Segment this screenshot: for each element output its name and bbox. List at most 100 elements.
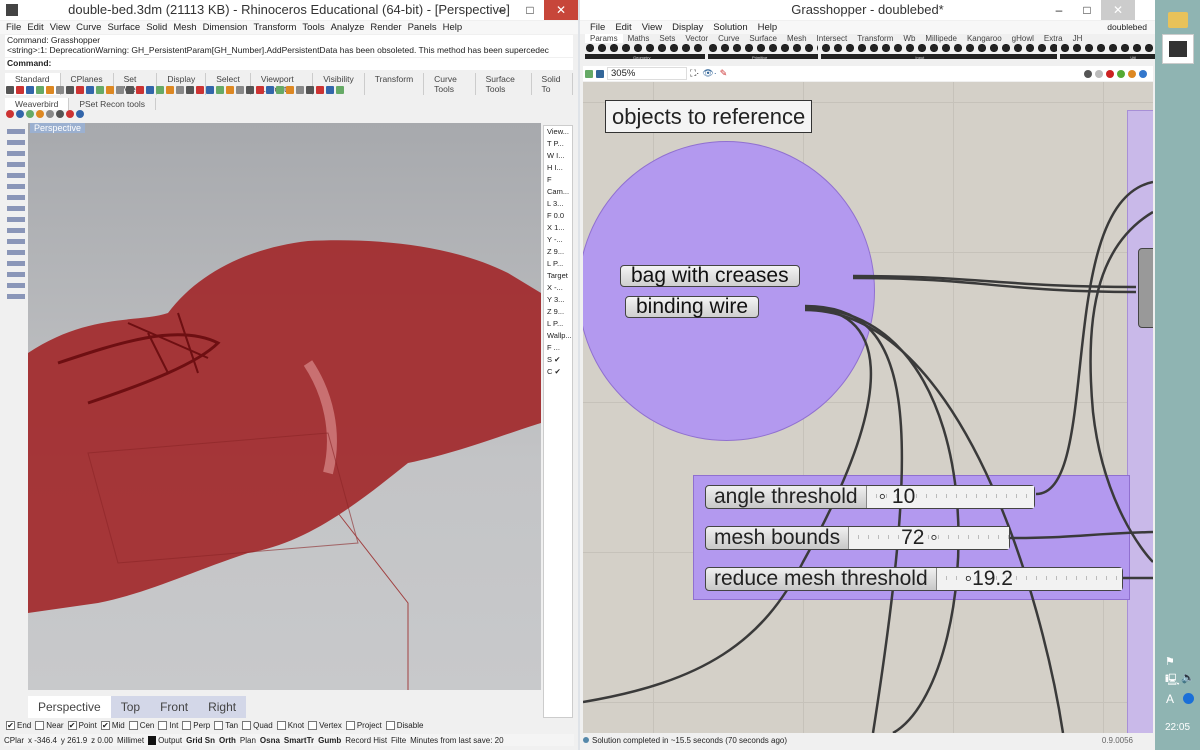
toolbar-tool-icon[interactable] bbox=[46, 86, 54, 94]
tab-sets[interactable]: Sets bbox=[654, 34, 680, 43]
toolbar-tool-icon[interactable] bbox=[86, 86, 94, 94]
slider-value[interactable]: 72 ◦ bbox=[849, 527, 1009, 549]
slider-angle-threshold[interactable]: angle threshold ◦ 10 bbox=[705, 485, 1035, 509]
toolbar-tool-icon[interactable] bbox=[106, 86, 114, 94]
checkbox[interactable] bbox=[276, 721, 286, 730]
toolbar-tool-icon[interactable] bbox=[136, 86, 144, 94]
sketch-icon[interactable]: ✎ bbox=[720, 68, 728, 79]
tab-solid-to[interactable]: Solid To bbox=[532, 73, 573, 95]
osnap-quad[interactable]: Quad bbox=[242, 721, 273, 730]
toolbar-tool-icon[interactable] bbox=[296, 86, 304, 94]
status-field[interactable]: y 261.9 bbox=[61, 736, 87, 745]
menu-item-panels[interactable]: Panels bbox=[408, 22, 437, 33]
weaverbird-tool-icon[interactable] bbox=[6, 110, 14, 118]
param-bag-with-creases[interactable]: bag with creases bbox=[620, 265, 800, 287]
checkbox[interactable] bbox=[158, 721, 168, 730]
menu-item-help[interactable]: Help bbox=[758, 22, 778, 33]
status-field[interactable]: Minutes from last save: 20 bbox=[410, 736, 503, 745]
menu-item-tools[interactable]: Tools bbox=[302, 22, 324, 33]
status-field[interactable]: x -346.4 bbox=[28, 736, 57, 745]
tab-surface-tools[interactable]: Surface Tools bbox=[476, 73, 532, 95]
menu-item-dimension[interactable]: Dimension bbox=[203, 22, 248, 33]
tab-millipede[interactable]: Millipede bbox=[920, 34, 962, 43]
minimize-button[interactable]: – bbox=[1045, 0, 1073, 20]
viewport-tab-top[interactable]: Top bbox=[110, 696, 151, 718]
tab-ghowl[interactable]: gHowl bbox=[1007, 34, 1039, 43]
disable-preview-icon[interactable] bbox=[1095, 69, 1103, 78]
viewport-tab-right[interactable]: Right bbox=[198, 696, 247, 718]
toolbar-tool-icon[interactable] bbox=[196, 86, 204, 94]
status-field[interactable]: Osna bbox=[260, 736, 280, 745]
checkbox[interactable] bbox=[345, 721, 355, 730]
toolbar-tool-icon[interactable] bbox=[306, 86, 314, 94]
menu-item-help[interactable]: Help bbox=[443, 22, 463, 33]
ime-icon[interactable] bbox=[1183, 693, 1194, 704]
perspective-viewport[interactable]: Perspective bbox=[28, 123, 541, 690]
tab-wb[interactable]: Wb bbox=[898, 34, 920, 43]
toolbar-tool-icon[interactable] bbox=[6, 86, 14, 94]
checkbox[interactable]: ✔ bbox=[100, 721, 110, 730]
menu-item-render[interactable]: Render bbox=[370, 22, 401, 33]
menu-item-display[interactable]: Display bbox=[672, 22, 703, 33]
status-field[interactable]: SmartTr bbox=[284, 736, 314, 745]
toolbar-tool-icon[interactable] bbox=[66, 86, 74, 94]
tab-jh[interactable]: JH bbox=[1068, 34, 1088, 43]
tab-transform[interactable]: Transform bbox=[852, 34, 898, 43]
checkbox[interactable] bbox=[308, 721, 318, 730]
status-field[interactable]: Orth bbox=[219, 736, 236, 745]
osnap-cen[interactable]: Cen bbox=[128, 721, 154, 730]
tab-transform[interactable]: Transform bbox=[365, 73, 425, 95]
toolbar-tool-icon[interactable] bbox=[266, 86, 274, 94]
menu-item-mesh[interactable]: Mesh bbox=[173, 22, 196, 33]
toolbar-tool-icon[interactable] bbox=[316, 86, 324, 94]
checkbox[interactable] bbox=[385, 721, 395, 730]
ime-indicator[interactable]: A bbox=[1166, 692, 1174, 706]
checkbox[interactable] bbox=[35, 721, 45, 730]
checkbox[interactable] bbox=[214, 721, 224, 730]
osnap-vertex[interactable]: Vertex bbox=[308, 721, 342, 730]
menu-item-solution[interactable]: Solution bbox=[713, 22, 747, 33]
toolbar-tool-icon[interactable] bbox=[146, 86, 154, 94]
osnap-project[interactable]: Project bbox=[345, 721, 382, 730]
status-field[interactable]: Filte bbox=[391, 736, 406, 745]
status-field[interactable]: Gumb bbox=[318, 736, 341, 745]
document-preview-icon[interactable] bbox=[1117, 69, 1125, 78]
toolbar-tool-icon[interactable] bbox=[276, 86, 284, 94]
osnap-end[interactable]: ✔ End bbox=[6, 721, 31, 730]
slider-value[interactable]: ◦ 10 bbox=[866, 486, 1034, 508]
tab-intersect[interactable]: Intersect bbox=[812, 34, 853, 43]
clock[interactable]: 22:05 bbox=[1165, 722, 1190, 733]
tab-curve[interactable]: Curve bbox=[713, 34, 744, 43]
toolbar-tool-icon[interactable] bbox=[116, 86, 124, 94]
minimize-button[interactable]: – bbox=[488, 0, 516, 20]
toolbar-tool-icon[interactable] bbox=[176, 86, 184, 94]
status-field[interactable]: Millimet bbox=[117, 736, 144, 745]
weaverbird-tool-icon[interactable] bbox=[46, 110, 54, 118]
menu-item-analyze[interactable]: Analyze bbox=[331, 22, 365, 33]
weaverbird-tool-icon[interactable] bbox=[26, 110, 34, 118]
tab-mesh[interactable]: Mesh bbox=[782, 34, 812, 43]
menu-item-view[interactable]: View bbox=[642, 22, 662, 33]
tab-maths[interactable]: Maths bbox=[623, 34, 655, 43]
tab-weaverbird[interactable]: Weaverbird bbox=[5, 98, 70, 110]
status-field[interactable]: Grid Sn bbox=[186, 736, 215, 745]
osnap-point[interactable]: ✔ Point bbox=[67, 721, 97, 730]
menu-item-edit[interactable]: Edit bbox=[27, 22, 43, 33]
toolbar-tool-icon[interactable] bbox=[126, 86, 134, 94]
file-explorer-icon[interactable] bbox=[1168, 12, 1188, 28]
tab-surface[interactable]: Surface bbox=[744, 34, 782, 43]
toolbar-tool-icon[interactable] bbox=[256, 86, 264, 94]
weaverbird-tool-icon[interactable] bbox=[76, 110, 84, 118]
globe-icon[interactable] bbox=[1139, 69, 1147, 78]
menu-item-view[interactable]: View bbox=[50, 22, 70, 33]
checkbox[interactable]: ✔ bbox=[6, 721, 15, 730]
toolbar-tool-icon[interactable] bbox=[16, 86, 24, 94]
osnap-near[interactable]: Near bbox=[35, 721, 64, 730]
viewport-tab-perspective[interactable]: Perspective bbox=[28, 696, 111, 718]
volume-icon[interactable]: 🔈 bbox=[1181, 671, 1195, 684]
preview-eye-icon[interactable]: 👁· bbox=[702, 68, 716, 79]
close-button[interactable]: ✕ bbox=[544, 0, 578, 20]
maximize-button[interactable]: □ bbox=[516, 0, 544, 20]
osnap-knot[interactable]: Knot bbox=[276, 721, 304, 730]
tab-extra[interactable]: Extra bbox=[1039, 34, 1068, 43]
